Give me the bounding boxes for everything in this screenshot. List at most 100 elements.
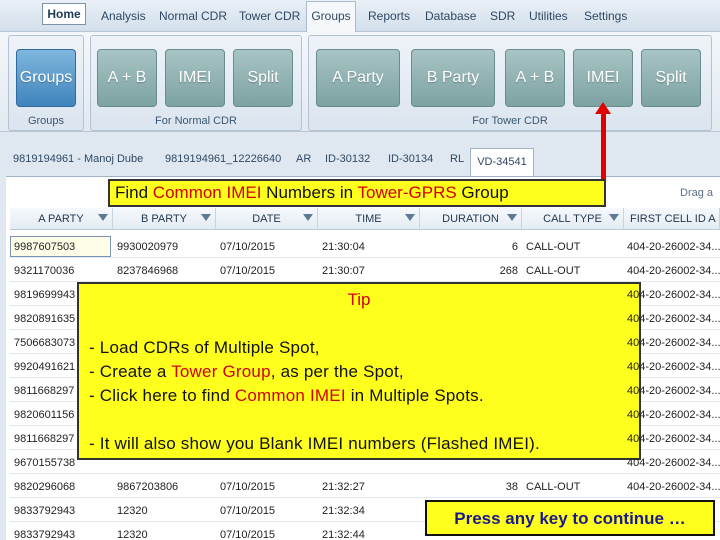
filter-icon[interactable]	[303, 214, 313, 221]
menu-normal-cdr[interactable]: Normal CDR	[159, 9, 227, 23]
column-header-b-party[interactable]: B PARTY	[113, 208, 216, 230]
table-cell: 9987607503	[14, 241, 76, 253]
table-cell: 404-20-26002-34...	[627, 457, 720, 469]
table-cell: 404-20-26002-34...	[627, 313, 720, 325]
menu-utilities[interactable]: Utilities	[529, 9, 568, 23]
press-any-key-banner[interactable]: Press any key to continue …	[425, 500, 715, 536]
table-cell: 9670155738	[14, 457, 76, 469]
menu-groups-tab[interactable]: Groups	[306, 1, 356, 32]
table-cell: 07/10/2015	[220, 265, 276, 277]
table-cell: 12320	[117, 505, 148, 517]
table-cell: 404-20-26002-34...	[627, 433, 720, 445]
table-cell: 21:32:34	[322, 505, 365, 517]
tower-a-party-button[interactable]: A Party	[316, 49, 400, 107]
table-cell: 38	[505, 481, 518, 493]
group-by-drag-hint: Drag a	[680, 187, 714, 199]
tip-line-1: - Load CDRs of Multiple Spot,	[89, 338, 320, 357]
tip-text: in Multiple Spots.	[345, 386, 484, 405]
callout-text: Find	[115, 183, 153, 202]
menu-tower-cdr[interactable]: Tower CDR	[239, 9, 300, 23]
table-cell: 9833792943	[14, 529, 76, 540]
tip-line-4: - It will also show you Blank IMEI numbe…	[89, 434, 540, 453]
column-header-label: B PARTY	[140, 213, 188, 225]
column-header-a-party[interactable]: A PARTY	[10, 208, 113, 230]
tower-imei-button[interactable]: IMEI	[573, 49, 633, 107]
menu-analysis[interactable]: Analysis	[101, 9, 146, 23]
groups-button[interactable]: Groups	[16, 49, 76, 107]
table-cell: 404-20-26002-34...	[627, 361, 720, 373]
table-cell: 6	[511, 241, 518, 253]
column-header-time[interactable]: TIME	[318, 208, 420, 230]
table-cell: 12320	[117, 529, 148, 540]
column-header-label: DURATION	[442, 213, 499, 225]
table-cell: 404-20-26002-34...	[627, 289, 720, 301]
callout-text: Numbers in	[261, 183, 358, 202]
table-cell: 404-20-26002-34...	[627, 337, 720, 349]
filter-icon[interactable]	[405, 214, 415, 221]
tab-id-30134[interactable]: ID-30134	[388, 153, 433, 165]
tip-highlight: Common IMEI	[234, 386, 346, 405]
tower-split-button[interactable]: Split	[641, 49, 701, 107]
tab-manoj-dube[interactable]: 9819194961 - Manoj Dube	[13, 153, 143, 165]
table-cell: 7506683073	[14, 337, 76, 349]
tab-vd-34541[interactable]: VD-34541	[470, 148, 534, 176]
column-header-date[interactable]: DATE	[216, 208, 318, 230]
table-cell: 21:32:44	[322, 529, 365, 540]
table-cell: 9833792943	[14, 505, 76, 517]
table-cell: 07/10/2015	[220, 481, 276, 493]
column-header-label: A PARTY	[38, 213, 84, 225]
tip-line-3: - Click here to find Common IMEI in Mult…	[89, 386, 484, 406]
ribbon-group-groups: Groups Groups	[8, 35, 84, 131]
menu-bar: Home Analysis Normal CDR Tower CDR Group…	[0, 0, 720, 32]
tab-ar[interactable]: AR	[296, 153, 311, 165]
table-cell: 8237846968	[117, 265, 179, 277]
column-header-duration[interactable]: DURATION	[420, 208, 522, 230]
table-cell: 21:30:07	[322, 265, 365, 277]
ribbon: Groups Groups A + B IMEI Split For Norma…	[0, 32, 720, 132]
column-header-first-cell-id[interactable]: FIRST CELL ID A	[624, 208, 720, 230]
table-cell: CALL-OUT	[526, 481, 581, 493]
column-header-call-type[interactable]: CALL TYPE	[522, 208, 624, 230]
table-cell: 9811668297	[14, 433, 75, 445]
table-cell: 268	[499, 265, 518, 277]
filter-icon[interactable]	[507, 214, 517, 221]
menu-home-tab[interactable]: Home	[42, 3, 86, 25]
filter-icon[interactable]	[609, 214, 619, 221]
tab-id-30132[interactable]: ID-30132	[325, 153, 370, 165]
table-cell: 21:30:04	[322, 241, 365, 253]
tower-b-party-button[interactable]: B Party	[411, 49, 495, 107]
table-cell: 9820296068	[14, 481, 76, 493]
tower-ab-button[interactable]: A + B	[505, 49, 565, 107]
normal-imei-button[interactable]: IMEI	[165, 49, 225, 107]
table-cell: 9930020979	[117, 241, 179, 253]
tip-title: Tip	[347, 290, 371, 309]
menu-sdr[interactable]: SDR	[490, 9, 515, 23]
tab-rl[interactable]: RL	[450, 153, 464, 165]
table-cell: 9867203806	[117, 481, 179, 493]
table-cell: 07/10/2015	[220, 505, 276, 517]
menu-reports[interactable]: Reports	[368, 9, 410, 23]
table-cell: 9920491621	[14, 361, 76, 373]
table-cell: 9819699943	[14, 289, 76, 301]
menu-settings[interactable]: Settings	[584, 9, 627, 23]
filter-icon[interactable]	[98, 214, 108, 221]
ribbon-group-normal-cdr: A + B IMEI Split For Normal CDR	[90, 35, 302, 131]
table-cell: 07/10/2015	[220, 529, 276, 540]
tip-box: Tip - Load CDRs of Multiple Spot, - Crea…	[77, 282, 641, 460]
normal-split-button[interactable]: Split	[233, 49, 293, 107]
filter-icon[interactable]	[201, 214, 211, 221]
callout-text: Group	[456, 183, 509, 202]
column-header-label: CALL TYPE	[543, 213, 602, 225]
ribbon-group-label: For Tower CDR	[472, 115, 548, 127]
normal-ab-button[interactable]: A + B	[97, 49, 157, 107]
table-cell: CALL-OUT	[526, 265, 581, 277]
table-cell: 404-20-26002-34...	[627, 385, 720, 397]
ribbon-group-label: Groups	[27, 115, 65, 127]
ribbon-group-tower-cdr: A Party B Party A + B IMEI Split For Tow…	[308, 35, 712, 131]
menu-database[interactable]: Database	[425, 9, 476, 23]
table-cell: 404-20-26002-34...	[627, 265, 720, 277]
column-header-label: DATE	[252, 213, 281, 225]
tab-9819194961-12226640[interactable]: 9819194961_12226640	[165, 153, 281, 165]
ribbon-group-label: For Normal CDR	[155, 115, 237, 127]
table-cell: 07/10/2015	[220, 241, 276, 253]
